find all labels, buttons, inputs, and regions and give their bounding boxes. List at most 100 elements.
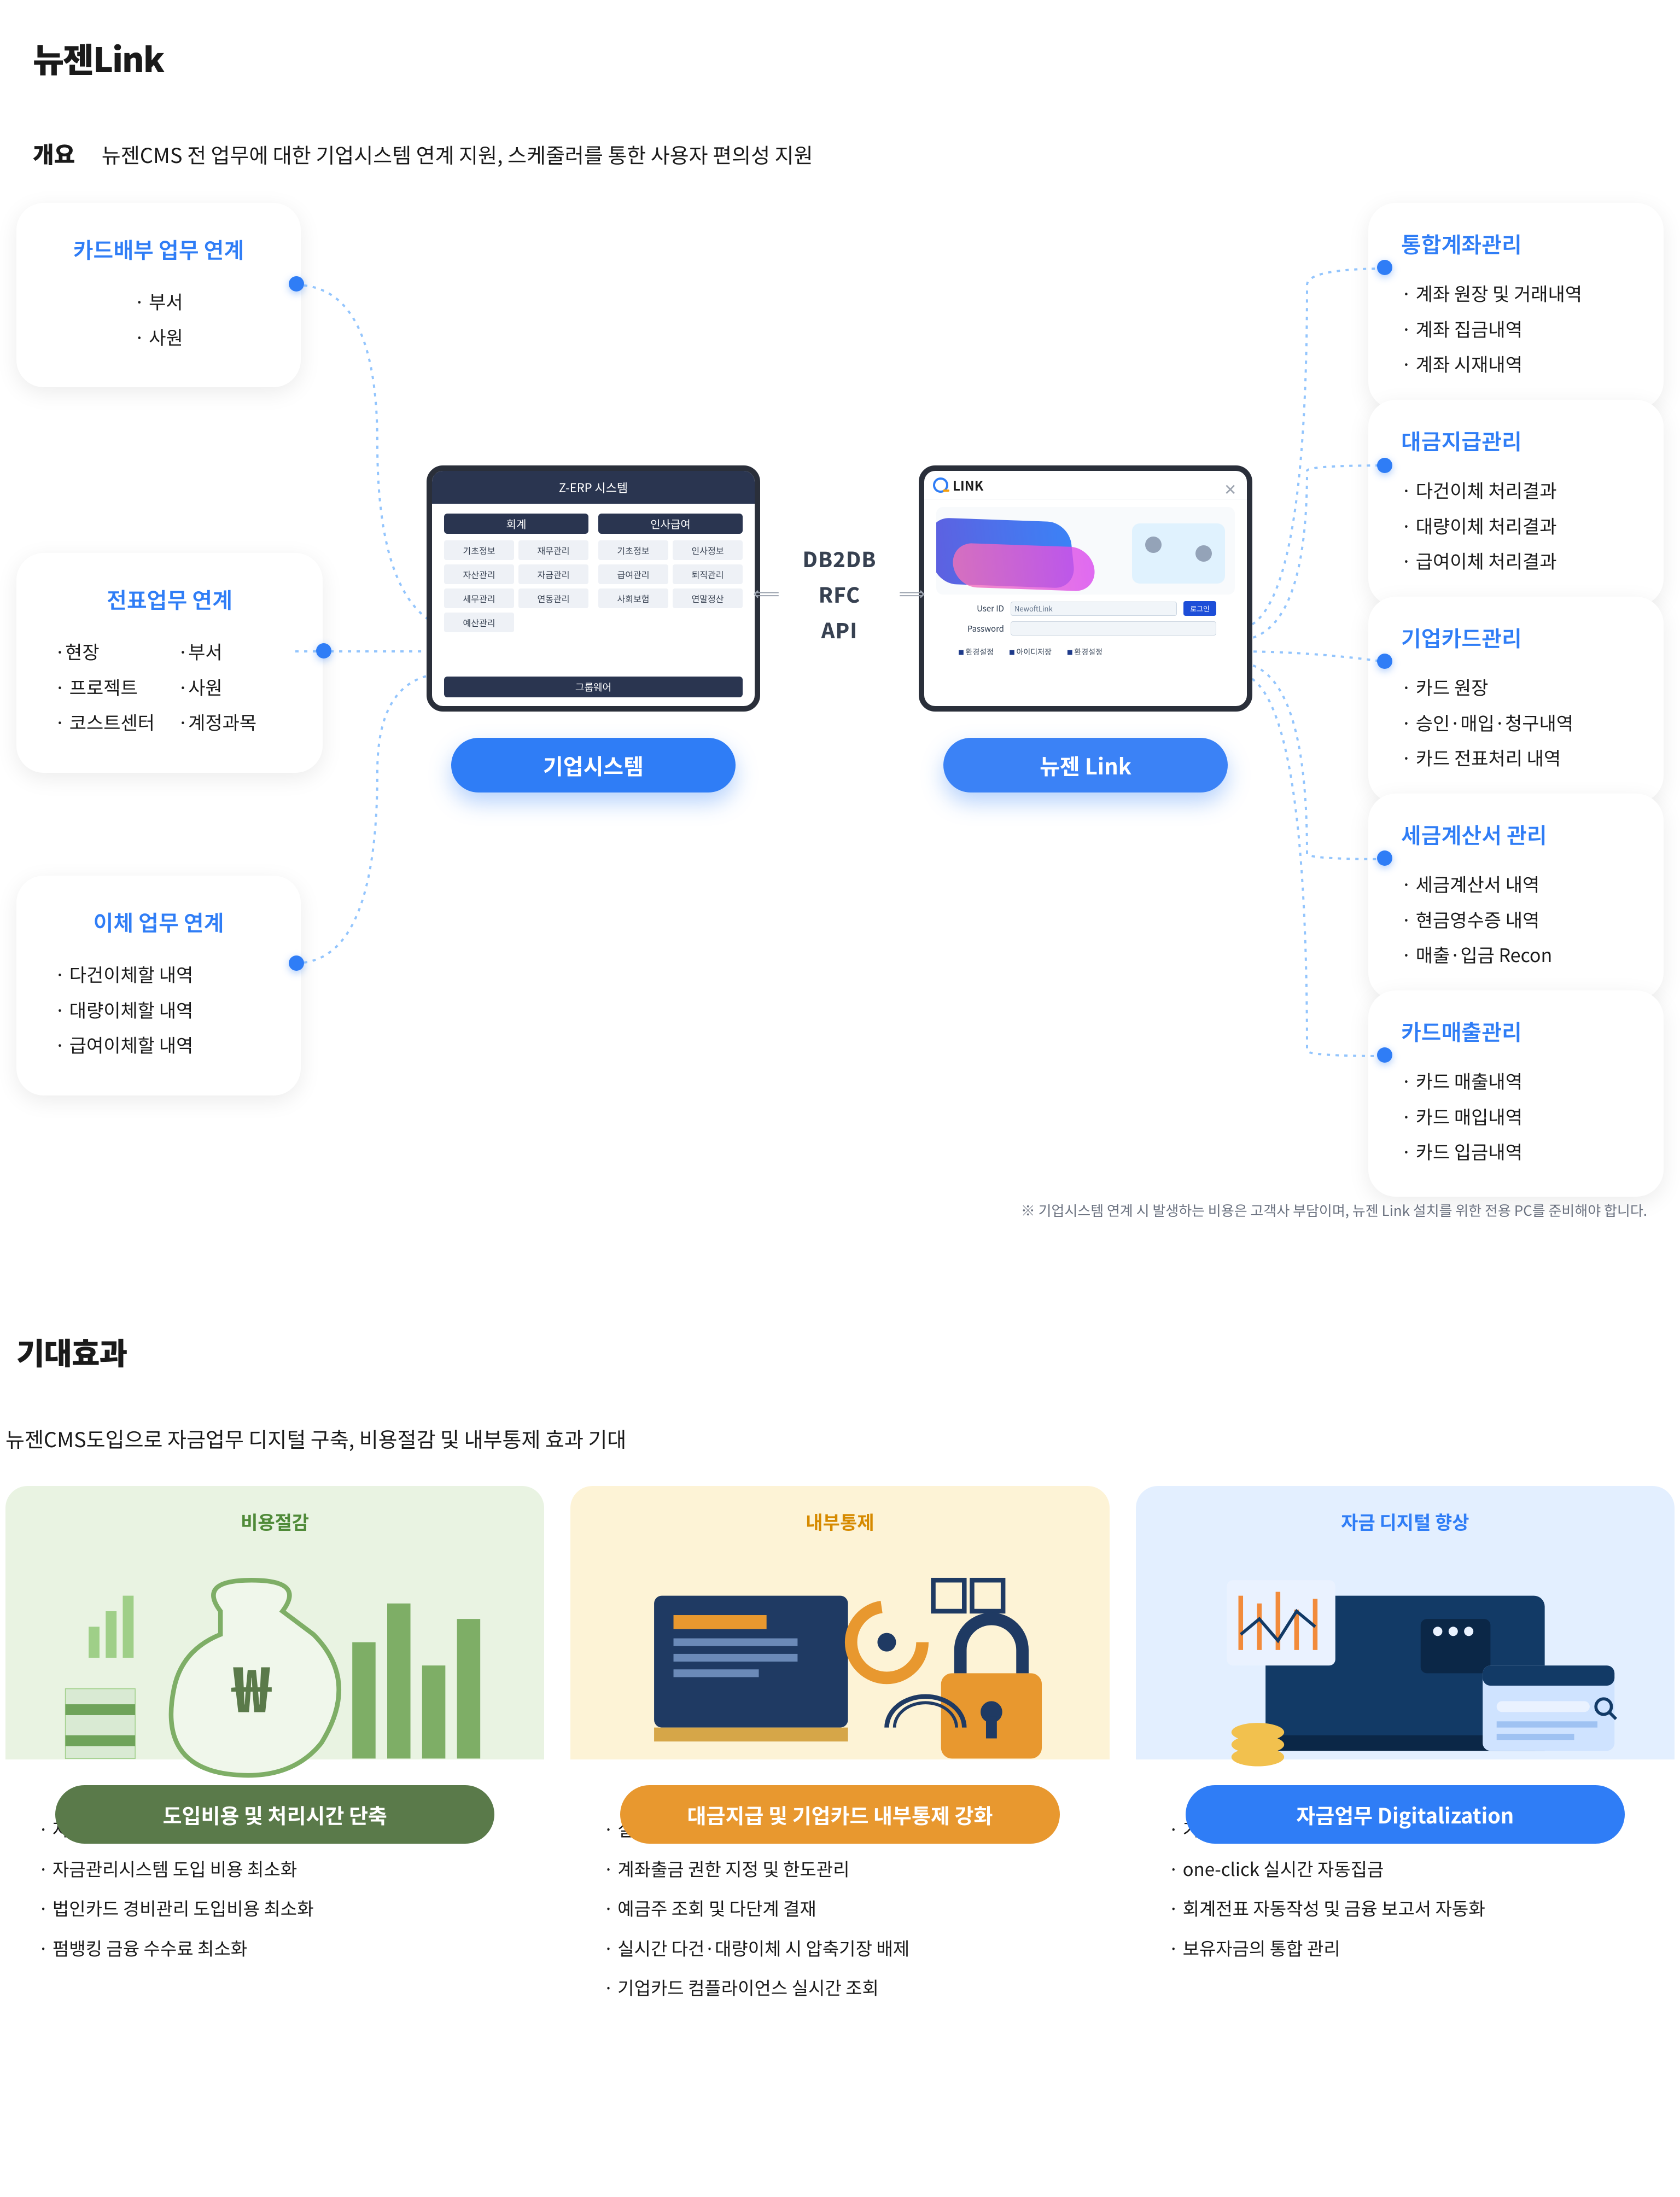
- erp-cell: 연말정산: [673, 588, 743, 608]
- page-title: 뉴젠Link: [33, 33, 1680, 82]
- password-label: Password: [955, 623, 1004, 634]
- list-item: 예금주 조회 및 다단계 결재: [603, 1888, 1076, 1928]
- erp-cell: 연동관리: [518, 588, 588, 608]
- erp-cell: 세무관리: [444, 588, 514, 608]
- list-item: · 매출·입금 Recon: [1401, 937, 1631, 972]
- effects-section: 기대효과 뉴젠CMS도입으로 자금업무 디지털 구축, 비용절감 및 내부통제 …: [0, 1330, 1680, 2078]
- connector-dot: [1377, 260, 1392, 275]
- erp-cell: 자산관리: [444, 564, 514, 584]
- effect-badge: 대금지급 및 기업카드 내부통제 강화: [620, 1785, 1060, 1844]
- user-id-label: User ID: [955, 603, 1004, 614]
- right-box-account: 통합계좌관리 · 계좌 원장 및 거래내역 · 계좌 집금내역 · 계좌 시재내…: [1368, 203, 1664, 409]
- list-item: · 사원: [55, 319, 262, 355]
- right-box-title: 대금지급관리: [1401, 424, 1631, 456]
- footnote: ※ 기업시스템 연계 시 발생하는 비용은 고객사 부담이며, 뉴젠 Link …: [1021, 1200, 1647, 1220]
- device-frame: Z-ERP 시스템 회계 기초정보 재무관리 자산관리 자금관리 세무관리 연동…: [427, 465, 760, 712]
- pill-newgen-link: 뉴젠 Link: [943, 738, 1228, 792]
- protocol-api: API: [771, 613, 908, 646]
- link-tab: 환경설정: [958, 646, 994, 657]
- list-item: 계좌출금 권한 지정 및 한도관리: [603, 1849, 1076, 1889]
- list-item: · 세금계산서 내역: [1401, 866, 1631, 902]
- erp-subhead-right: 인사급여: [598, 514, 743, 534]
- list-item: ·계정과목: [178, 704, 284, 740]
- connector-dot: [316, 643, 331, 658]
- password-field: [1011, 621, 1216, 636]
- list-item: · 급여이체 처리결과: [1401, 543, 1631, 579]
- connector-dot: [1377, 850, 1392, 866]
- list-item: 실시간 다건·대량이체 시 압축기장 배제: [603, 1928, 1076, 1968]
- left-box-card-dispatch: 카드배부 업무 연계 · 부서 · 사원: [16, 203, 301, 387]
- login-button: 로그인: [1183, 601, 1216, 616]
- list-item: 법인카드 경비관리 도입비용 최소화: [38, 1888, 511, 1928]
- device-erp: Z-ERP 시스템 회계 기초정보 재무관리 자산관리 자금관리 세무관리 연동…: [427, 465, 760, 792]
- list-item: · 대량이체할 내역: [55, 992, 262, 1028]
- list-item: · 현금영수증 내역: [1401, 902, 1631, 937]
- protocol-rfc: RFC: [819, 578, 861, 611]
- list-item: · 계좌 집금내역: [1401, 311, 1631, 347]
- list-item: · 다건이체 처리결과: [1401, 473, 1631, 508]
- list-item: 자금관리시스템 도입 비용 최소화: [38, 1849, 511, 1889]
- architecture-diagram: 카드배부 업무 연계 · 부서 · 사원 전표업무 연계 ·현장 ·부서 · 프…: [0, 203, 1680, 1187]
- protocol-labels: DB2DB ⟸ RFC ⟹ API: [771, 542, 908, 646]
- erp-cell: 재무관리: [518, 540, 588, 560]
- effects-heading: 기대효과: [16, 1330, 1680, 1374]
- right-box-title: 통합계좌관리: [1401, 228, 1631, 259]
- list-item: ·현장: [55, 634, 161, 669]
- erp-cell: 기초정보: [444, 540, 514, 560]
- overview: 개요 뉴젠CMS 전 업무에 대한 기업시스템 연계 지원, 스케줄러를 통한 …: [33, 137, 1680, 170]
- close-icon: ✕: [1224, 478, 1238, 492]
- link-logo: LINK: [933, 475, 983, 494]
- effect-category: 비용절감: [241, 1508, 309, 1535]
- list-item: ·부서: [178, 634, 284, 669]
- list-item: ·사원: [178, 669, 284, 705]
- list-item: 보유자금의 통합 관리: [1169, 1928, 1642, 1968]
- list-item: · 급여이체할 내역: [55, 1027, 262, 1063]
- right-box-title: 세금계산서 관리: [1401, 818, 1631, 850]
- list-item: one-click 실시간 자동집금: [1169, 1849, 1642, 1889]
- list-item: 회계전표 자동작성 및 금융 보고서 자동화: [1169, 1888, 1642, 1928]
- effect-card-control: 내부통제: [570, 1486, 1109, 2035]
- bidirectional-arrows-icon: ⟸ RFC ⟹: [771, 578, 908, 611]
- link-logo-icon: [933, 477, 948, 493]
- list-item: · 승인·매입·청구내역: [1401, 705, 1631, 741]
- effect-badge: 자금업무 Digitalization: [1186, 1785, 1625, 1844]
- connector-dot: [289, 276, 304, 292]
- erp-head: Z-ERP 시스템: [432, 471, 755, 504]
- erp-cell: 인사정보: [673, 540, 743, 560]
- erp-cell: 자금관리: [518, 564, 588, 584]
- list-item: · 카드 전표처리 내역: [1401, 740, 1631, 776]
- device-link: LINK ✕ User ID NewoftLink 로그인 Password: [919, 465, 1252, 792]
- connector-dot: [289, 955, 304, 971]
- right-box-title: 기업카드관리: [1401, 621, 1631, 653]
- link-hero-illustration: [936, 507, 1235, 595]
- link-tab: 아이디저장: [1009, 646, 1052, 657]
- connector-dot: [1377, 458, 1392, 473]
- link-tab: 환경설정: [1067, 646, 1102, 657]
- device-frame: LINK ✕ User ID NewoftLink 로그인 Password: [919, 465, 1252, 712]
- list-item: · 카드 매출내역: [1401, 1063, 1631, 1099]
- digital-dashboard-illustration: [1172, 1548, 1638, 1783]
- erp-cell: 기초정보: [598, 540, 668, 560]
- erp-subhead-left: 회계: [444, 514, 588, 534]
- right-box-tax: 세금계산서 관리 · 세금계산서 내역 · 현금영수증 내역 · 매출·입금 R…: [1368, 794, 1664, 1000]
- list-item: · 코스트센터: [55, 704, 161, 740]
- connector-dot: [1377, 1047, 1392, 1063]
- left-box-title: 이체 업무 연계: [55, 906, 262, 937]
- list-item: · 다건이체할 내역: [55, 957, 262, 992]
- list-item: · 카드 입금내역: [1401, 1134, 1631, 1169]
- right-box-cardsales: 카드매출관리 · 카드 매출내역 · 카드 매입내역 · 카드 입금내역: [1368, 990, 1664, 1197]
- list-item: · 카드 원장: [1401, 669, 1631, 705]
- pill-enterprise-system: 기업시스템: [451, 738, 736, 792]
- right-box-corpcard: 기업카드관리 · 카드 원장 · 승인·매입·청구내역 · 카드 전표처리 내역: [1368, 597, 1664, 803]
- overview-text: 뉴젠CMS 전 업무에 대한 기업시스템 연계 지원, 스케줄러를 통한 사용자…: [102, 139, 813, 169]
- list-item: 펌뱅킹 금융 수수료 최소화: [38, 1928, 511, 1968]
- list-item: · 프로젝트: [55, 669, 161, 705]
- erp-cell: 사회보험: [598, 588, 668, 608]
- list-item: · 대량이체 처리결과: [1401, 508, 1631, 544]
- list-item: · 카드 매입내역: [1401, 1099, 1631, 1134]
- erp-cell: 퇴직관리: [673, 564, 743, 584]
- protocol-db2db: DB2DB: [771, 542, 908, 575]
- effect-card-digital: 자금 디지털 향상: [1136, 1486, 1675, 2035]
- list-item: 기업카드 컴플라이언스 실시간 조회: [603, 1967, 1076, 2007]
- left-box-title: 카드배부 업무 연계: [55, 233, 262, 265]
